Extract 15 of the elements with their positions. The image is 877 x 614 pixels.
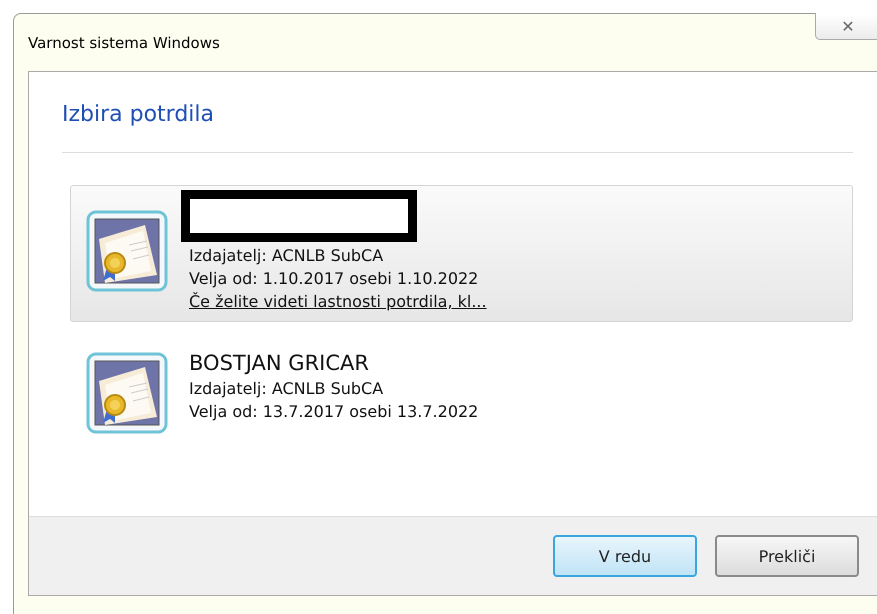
close-button[interactable]: ✕ [815, 13, 877, 40]
certificate-icon [85, 208, 169, 292]
window-title: Varnost sistema Windows [28, 34, 220, 52]
certificate-name: BOSTJAN GRICAR [189, 351, 369, 375]
certificate-icon [85, 351, 169, 435]
certificate-item[interactable]: BOSTJAN GRICAR Izdajatelj: ACNLB SubCA Velja od: 13.7.2017 osebi 13.7.2022 [70, 332, 853, 446]
dialog-heading: Izbira potrdila [62, 102, 214, 127]
certificate-item[interactable]: Izdajatelj: ACNLB SubCA Velja od: 1.10.2017 osebi 1.10.2022 Če želite videti lastnosti potrdila, kl... [70, 185, 853, 322]
validity-text: Velja od: 13.7.2017 osebi 13.7.2022 [189, 402, 478, 421]
properties-link[interactable]: Če želite videti lastnosti potrdila, kl... [189, 292, 487, 311]
cancel-button[interactable]: Prekliči [715, 535, 859, 577]
validity-text: Velja od: 1.10.2017 osebi 1.10.2022 [189, 269, 478, 288]
issuer-text: Izdajatelj: ACNLB SubCA [189, 246, 384, 265]
issuer-text: Izdajatelj: ACNLB SubCA [189, 379, 384, 398]
ok-button[interactable]: V redu [553, 535, 697, 577]
